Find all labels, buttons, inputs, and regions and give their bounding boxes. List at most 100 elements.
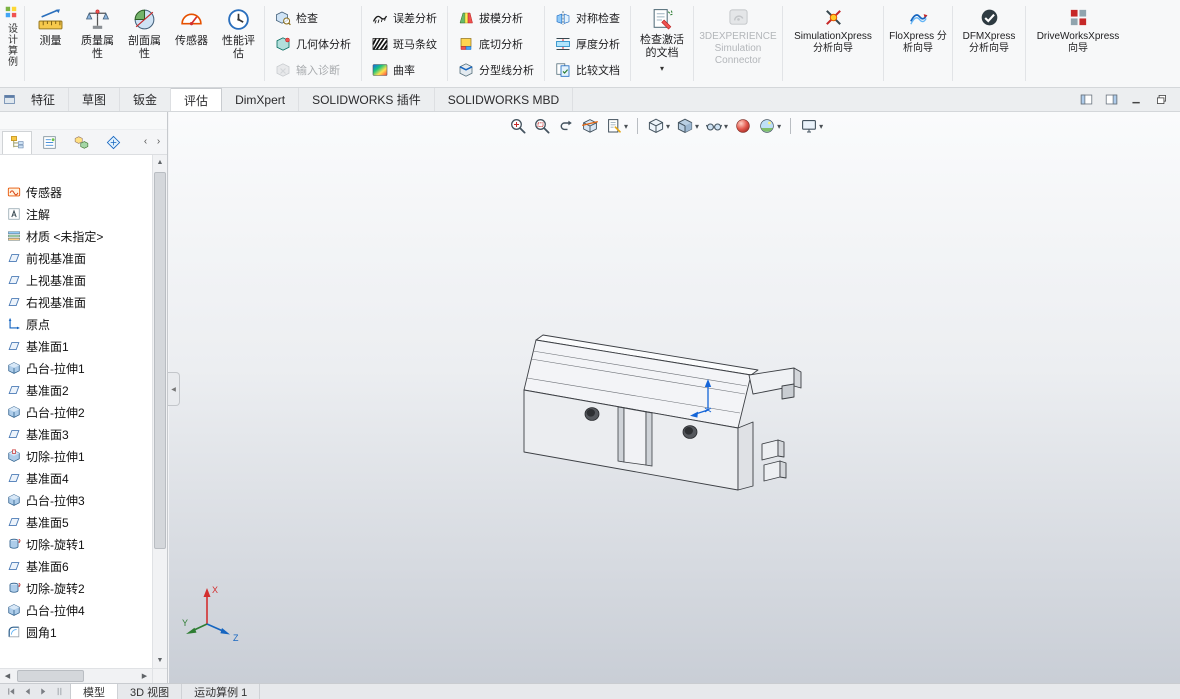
tree-item-plane[interactable]: 基准面6 [0,555,152,577]
tab-splitter-icon [55,687,64,696]
ribbon-button-draft-analysis[interactable]: 拔模分析 [452,5,540,30]
tab-first-button[interactable] [4,687,18,696]
ribbon-button-measure[interactable]: 测量 [27,0,74,87]
ribbon-button-performance-evaluation[interactable]: 性能评估 [215,0,262,87]
hud-edit-appearance-button[interactable] [732,115,754,137]
tab-splitter-button[interactable] [52,687,66,696]
hud-previous-view-button[interactable] [555,115,577,137]
tree-item-cut-extrude[interactable]: 切除-拉伸1 [0,445,152,467]
tree-item-plane[interactable]: 右视基准面 [0,291,152,313]
tree-vertical-scrollbar[interactable]: ▲ ▼ [152,155,167,668]
manager-tabs-scroll-left[interactable]: ‹ [139,137,152,147]
ribbon-button-zebra-stripes[interactable]: 斑马条纹 [366,31,443,56]
tree-item-boss-extrude[interactable]: 凸台-拉伸1 [0,357,152,379]
tree-item-plane[interactable]: 基准面5 [0,511,152,533]
ribbon-button-mass-properties[interactable]: 质量属性 [74,0,121,87]
tree-item-boss-extrude[interactable]: 凸台-拉伸2 [0,401,152,423]
scroll-down-icon[interactable]: ▼ [153,653,168,668]
tree-item-cut-revolve[interactable]: 切除-旋转2 [0,577,152,599]
ribbon-button-floxpress[interactable]: FloXpress 分析向导 [886,0,950,87]
tree-item-fillet[interactable]: 圆角1 [0,621,152,643]
command-tab-1[interactable]: 草图 [69,88,121,111]
tree-item-plane[interactable]: 基准面2 [0,379,152,401]
triad-y-label: Y [182,618,188,628]
ribbon-button-thickness-analysis[interactable]: 厚度分析 [549,31,626,56]
tree-horizontal-scrollbar[interactable]: ◀ ▶ [0,668,167,684]
ribbon-button-compare-documents[interactable]: 比较文档 [549,57,626,82]
command-tab-2[interactable]: 钣金 [120,88,172,111]
deviation-analysis-icon [372,10,388,26]
restore-button[interactable] [1155,93,1168,106]
scroll-up-icon[interactable]: ▲ [153,155,168,170]
scroll-left-icon[interactable]: ◀ [0,669,15,684]
ribbon-button-section-properties[interactable]: 剖面属性 [121,0,168,87]
pane-left-button[interactable] [1080,93,1093,106]
tree-item-cut-revolve[interactable]: 切除-旋转1 [0,533,152,555]
manager-tab-propertymanager[interactable] [34,131,64,154]
tab-next-button[interactable] [36,687,50,696]
tree-item-origin[interactable]: 原点 [0,313,152,335]
scroll-right-icon[interactable]: ▶ [137,669,152,684]
command-tab-5[interactable]: SOLIDWORKS 插件 [299,88,435,111]
orientation-triad[interactable]: X Y Z [181,580,245,644]
tree-item-plane[interactable]: 基准面4 [0,467,152,489]
manager-tab-configurationmanager[interactable] [66,131,96,154]
tree-item-plane[interactable]: 基准面1 [0,335,152,357]
hud-view-orientation-button[interactable]: ▾ [645,115,672,137]
command-tab-0[interactable]: 特征 [18,88,70,111]
tree-item-sensors[interactable]: 传感器 [0,181,152,203]
ribbon-button-undercut-analysis[interactable]: 底切分析 [452,31,540,56]
graphics-area[interactable]: ▾ ▾ ▾ ▾ ▾ ▾ X Y Z [169,112,1180,683]
manager-tab-featuremanager[interactable] [2,130,32,154]
command-tab-6[interactable]: SOLIDWORKS MBD [435,88,574,111]
command-tab-3[interactable]: 评估 [171,88,223,111]
tree-item-material[interactable]: 材质 <未指定> [0,225,152,247]
ribbon-button-simulationxpress[interactable]: SimulationXpress 分析向导 [785,0,881,87]
ribbon-button-import-diagnostics[interactable]: 输入诊断 [269,57,357,82]
scrollbar-track[interactable] [153,170,167,653]
ribbon-button-threedexperience[interactable]: 3DEXPERIENCE Simulation Connector [696,0,780,87]
ribbon-button-deviation-analysis[interactable]: 误差分析 [366,5,443,30]
model-3d[interactable] [506,318,816,503]
ribbon-button-symmetry-check[interactable]: 对称检查 [549,5,626,30]
document-tab-0[interactable]: 模型 [70,684,118,699]
tree-item-annotations[interactable]: 注解 [0,203,152,225]
tree-item-boss-extrude[interactable]: 凸台-拉伸3 [0,489,152,511]
check-active-document-button[interactable]: 检查激活的文档 ▾ [633,0,691,87]
hud-hide-show-items-button[interactable]: ▾ [703,115,730,137]
tree-item-plane[interactable]: 前视基准面 [0,247,152,269]
scrollbar-track[interactable] [15,669,137,683]
ribbon-button-sensor[interactable]: 传感器 [168,0,215,87]
scrollbar-thumb[interactable] [17,670,85,682]
hud-display-style-button[interactable]: ▾ [674,115,701,137]
pane-right-button[interactable] [1105,93,1118,106]
ribbon-button-parting-line-analysis[interactable]: 分型线分析 [452,57,540,82]
minimize-button[interactable] [1130,93,1143,106]
scrollbar-thumb[interactable] [154,172,166,549]
ribbon-button-label: 3DEXPERIENCE Simulation Connector [699,31,777,66]
manager-tab-dimxpertmanager[interactable] [98,131,128,154]
hud-view-settings-button[interactable]: ▾ [798,115,825,137]
manager-tabs-scroll-right[interactable]: › [152,137,165,147]
document-tab-2[interactable]: 运动算例 1 [182,684,261,699]
ribbon-separator [952,6,953,81]
hud-zoom-to-area-button[interactable] [531,115,553,137]
tree-item-plane[interactable]: 基准面3 [0,423,152,445]
command-manager-icon[interactable] [0,88,18,111]
design-study-button[interactable]: 设计算例 [0,0,22,87]
ribbon-button-dfmxpress[interactable]: DFMXpress 分析向导 [955,0,1023,87]
ribbon-button-curvature[interactable]: 曲率 [366,57,443,82]
ribbon-button-driveworksxpress[interactable]: DriveWorksXpress 向导 [1028,0,1128,87]
tree-item-boss-extrude[interactable]: 凸台-拉伸4 [0,599,152,621]
ribbon-button-geometry-analysis[interactable]: 几何体分析 [269,31,357,56]
panel-collapse-handle[interactable]: ◀ [168,372,180,406]
hud-zoom-to-fit-button[interactable] [507,115,529,137]
tab-prev-button[interactable] [20,687,34,696]
hud-apply-scene-button[interactable]: ▾ [756,115,783,137]
ribbon-button-check-entity[interactable]: 检查 [269,5,357,30]
tree-item-plane[interactable]: 上视基准面 [0,269,152,291]
hud-drawing-view-button[interactable]: ▾ [603,115,630,137]
document-tab-1[interactable]: 3D 视图 [118,684,183,699]
hud-section-view-button[interactable] [579,115,601,137]
command-tab-4[interactable]: DimXpert [222,88,300,111]
